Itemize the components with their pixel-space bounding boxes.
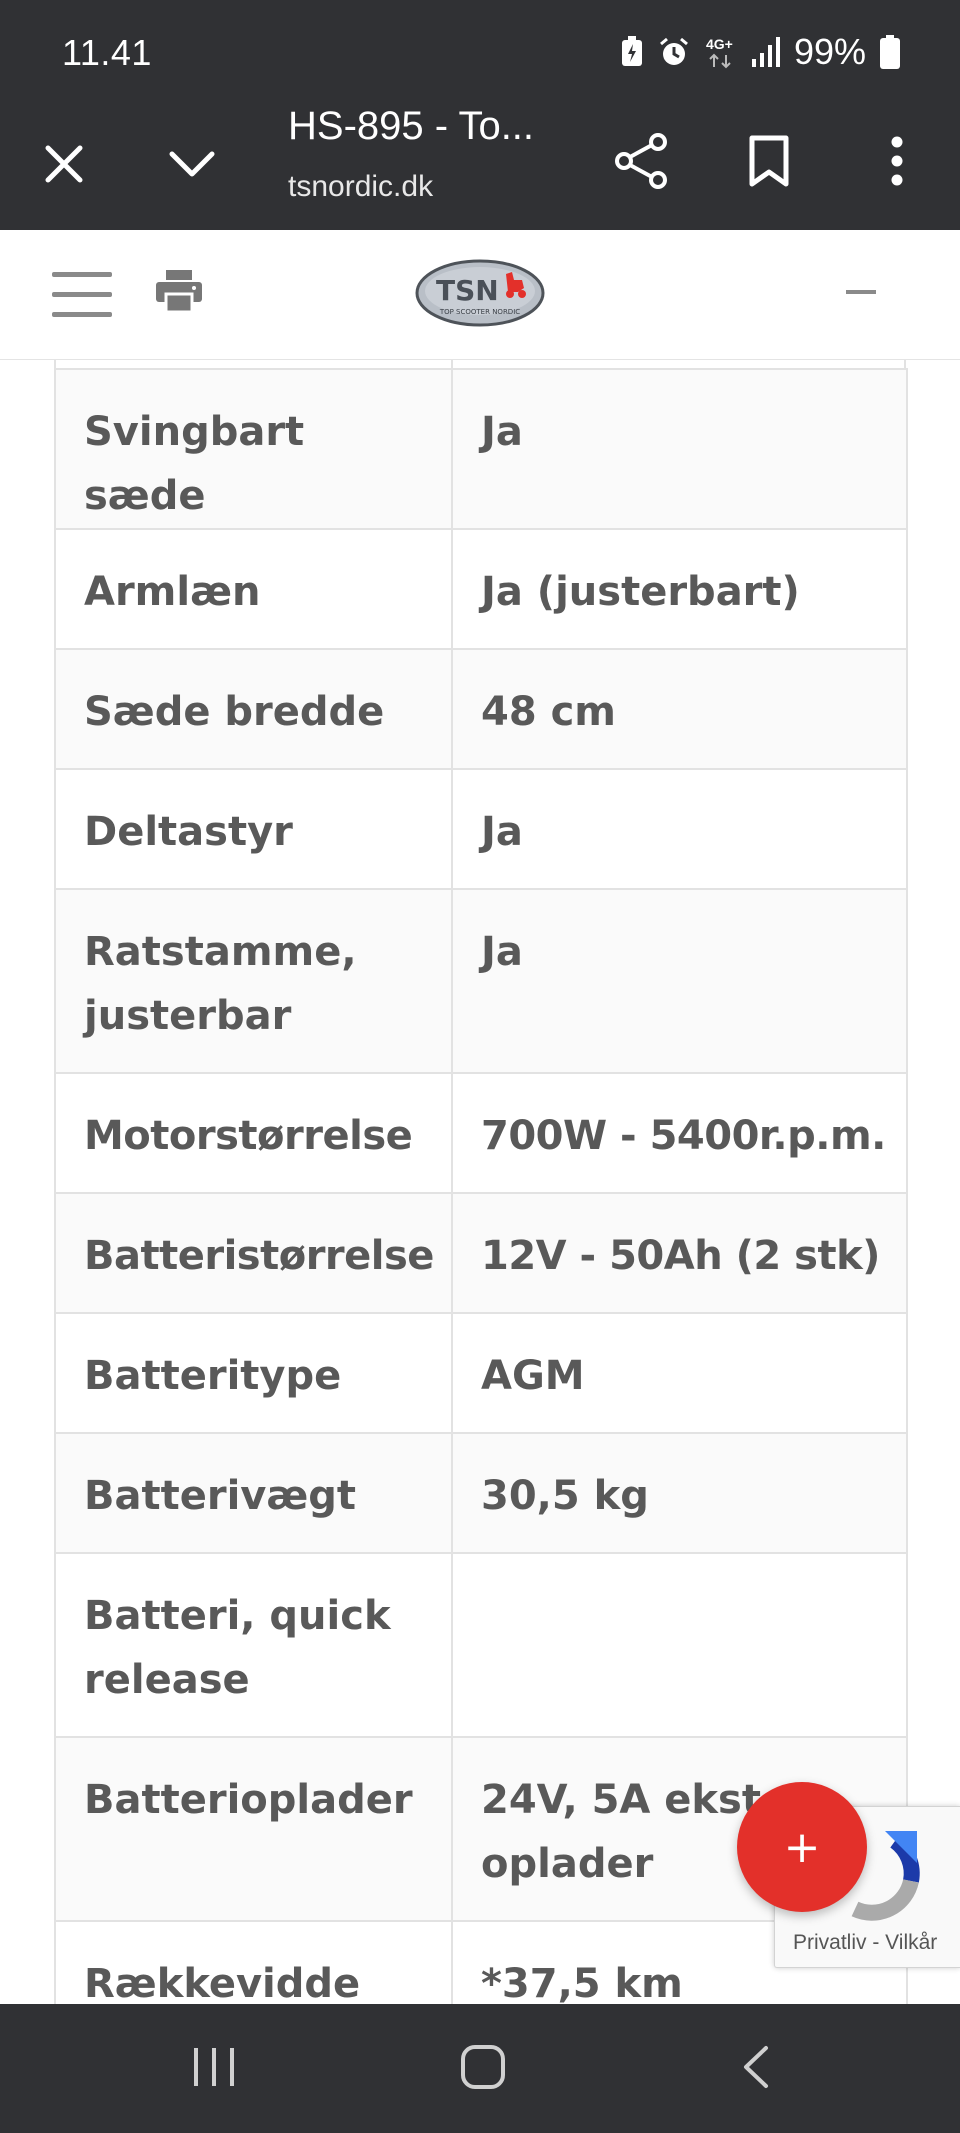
more-options-button[interactable] bbox=[862, 126, 932, 196]
battery-icon bbox=[880, 35, 900, 69]
table-row: Batteri, quick release bbox=[54, 1552, 908, 1738]
minus-icon[interactable] bbox=[846, 290, 876, 294]
page-url[interactable]: tsnordic.dk bbox=[288, 170, 433, 204]
spec-value: Ja (justerbart) bbox=[451, 528, 908, 650]
home-icon bbox=[461, 2045, 505, 2089]
spec-label: Armlæn bbox=[54, 528, 453, 650]
more-vert-icon bbox=[891, 136, 903, 186]
status-icons: 4G+ 99% bbox=[620, 30, 900, 74]
bookmark-icon bbox=[749, 135, 789, 187]
navigation-bar bbox=[0, 2004, 960, 2133]
print-button[interactable] bbox=[156, 270, 202, 316]
spec-value: 12V - 50Ah (2 stk) bbox=[451, 1192, 908, 1314]
share-icon bbox=[615, 133, 667, 189]
spec-value: AGM bbox=[451, 1312, 908, 1434]
back-icon bbox=[744, 2046, 768, 2088]
spec-label: Motorstørrelse bbox=[54, 1072, 453, 1194]
add-button[interactable]: + bbox=[737, 1782, 867, 1912]
table-row: Svingbart sæde Ja bbox=[54, 368, 908, 530]
site-header: TSN TOP SCOOTER NORDIC bbox=[0, 230, 960, 360]
print-icon bbox=[156, 270, 202, 314]
recent-apps-button[interactable] bbox=[190, 2044, 238, 2094]
logo-tagline: TOP SCOOTER NORDIC bbox=[439, 308, 520, 316]
table-top-stub bbox=[54, 360, 906, 368]
logo-text: TSN bbox=[436, 274, 499, 307]
spec-value: 700W - 5400r.p.m. bbox=[451, 1072, 908, 1194]
chevron-down-icon bbox=[169, 151, 215, 177]
spec-label: Batterioplader bbox=[54, 1736, 453, 1922]
status-bar: 11.41 4G+ 99% bbox=[0, 0, 960, 100]
spec-label: Svingbart sæde bbox=[54, 368, 453, 530]
alarm-icon bbox=[659, 37, 688, 65]
table-row: Ratstamme, justerbar Ja bbox=[54, 888, 908, 1074]
status-time: 11.41 bbox=[62, 32, 152, 73]
network-label: 4G+ bbox=[706, 36, 733, 52]
spec-label: Batterivægt bbox=[54, 1432, 453, 1554]
page-title[interactable]: HS-895 - To... bbox=[288, 104, 588, 149]
spec-label: Sæde bredde bbox=[54, 648, 453, 770]
spec-label: Batteristørrelse bbox=[54, 1192, 453, 1314]
bookmark-button[interactable] bbox=[734, 126, 804, 196]
spec-label: Batteri, quick release bbox=[54, 1552, 453, 1738]
spec-label: Deltastyr bbox=[54, 768, 453, 890]
table-row: Batteritype AGM bbox=[54, 1312, 908, 1434]
table-row: Batterivægt 30,5 kg bbox=[54, 1432, 908, 1554]
network-4g-icon: 4G+ bbox=[706, 36, 733, 69]
battery-percent: 99% bbox=[793, 31, 866, 72]
spec-value: Ja bbox=[451, 888, 908, 1074]
close-icon bbox=[45, 145, 83, 183]
spec-label: Batteritype bbox=[54, 1312, 453, 1434]
spec-value: 30,5 kg bbox=[451, 1432, 908, 1554]
table-row: Armlæn Ja (justerbart) bbox=[54, 528, 908, 650]
table-row: Batteristørrelse 12V - 50Ah (2 stk) bbox=[54, 1192, 908, 1314]
home-button[interactable] bbox=[460, 2044, 506, 2094]
spec-value: Ja bbox=[451, 368, 908, 530]
spec-value bbox=[451, 1552, 908, 1738]
minimize-tab-button[interactable] bbox=[162, 134, 222, 194]
browser-toolbar: HS-895 - To... tsnordic.dk bbox=[0, 100, 960, 230]
recent-apps-icon bbox=[194, 2048, 234, 2086]
signal-icon bbox=[751, 37, 780, 67]
battery-saver-icon bbox=[621, 36, 642, 66]
spec-label: Ratstamme, justerbar bbox=[54, 888, 453, 1074]
spec-value: 48 cm bbox=[451, 648, 908, 770]
spec-value: Ja bbox=[451, 768, 908, 890]
site-logo[interactable]: TSN TOP SCOOTER NORDIC bbox=[414, 258, 546, 332]
back-button[interactable] bbox=[738, 2044, 774, 2094]
share-button[interactable] bbox=[606, 126, 676, 196]
hamburger-menu-icon[interactable] bbox=[52, 272, 112, 318]
recaptcha-links[interactable]: Privatliv - Vilkår bbox=[775, 1931, 960, 1955]
table-row: Sæde bredde 48 cm bbox=[54, 648, 908, 770]
table-row: Deltastyr Ja bbox=[54, 768, 908, 890]
close-tab-button[interactable] bbox=[34, 134, 94, 194]
table-row: Motorstørrelse 700W - 5400r.p.m. bbox=[54, 1072, 908, 1194]
